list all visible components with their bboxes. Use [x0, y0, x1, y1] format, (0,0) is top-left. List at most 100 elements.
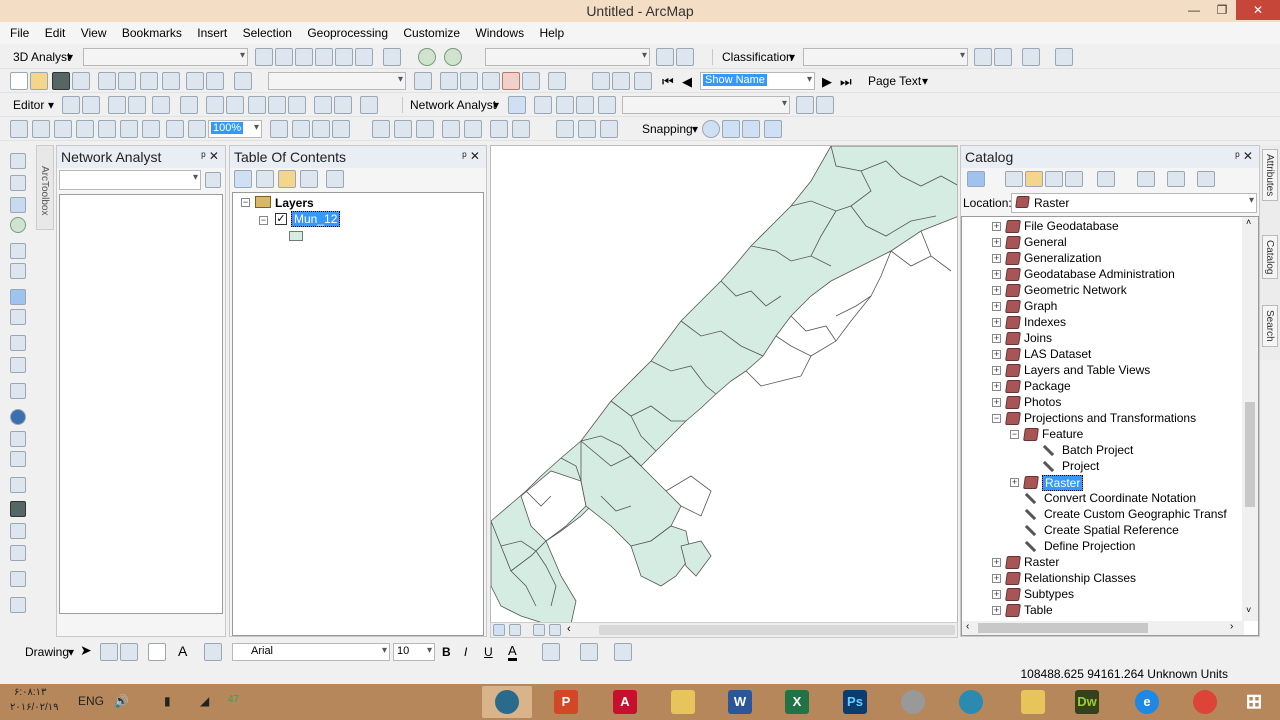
arctoolbox-tab[interactable]: ArcToolbox	[36, 145, 54, 230]
menu-windows[interactable]: Windows	[469, 22, 530, 44]
endpoint-arc-icon[interactable]	[128, 96, 146, 114]
catalog-item[interactable]: − Feature	[962, 427, 1242, 443]
georef-icon[interactable]	[490, 120, 508, 138]
3d-tool-icon[interactable]	[275, 48, 293, 66]
edge-snapping-icon[interactable]	[764, 120, 782, 138]
layer-mun-12[interactable]: Mun_12	[291, 211, 341, 227]
menu-help[interactable]: Help	[533, 22, 570, 44]
collapse-icon[interactable]: −	[1010, 430, 1019, 439]
line-color-icon[interactable]	[580, 643, 598, 661]
up-one-level-icon[interactable]	[1025, 171, 1043, 187]
catalog-icon[interactable]	[460, 72, 478, 90]
classification-dropdown[interactable]: Classification	[722, 50, 793, 64]
fixed-zoom-in-icon[interactable]	[120, 120, 138, 138]
3d-tool-icon[interactable]	[295, 48, 313, 66]
create-viewer-icon[interactable]	[10, 597, 26, 613]
zoom-out-icon[interactable]	[10, 175, 26, 191]
georef-icon[interactable]	[442, 120, 460, 138]
scroll-left-icon[interactable]: ‹	[567, 623, 571, 635]
italic-button[interactable]: I	[464, 645, 467, 659]
network-icon[interactable]: ◢	[200, 694, 209, 708]
zoom-100-icon[interactable]	[98, 120, 116, 138]
layer-combo[interactable]	[83, 48, 248, 66]
measure-icon[interactable]	[10, 477, 26, 493]
taskbar-chrome[interactable]	[1180, 686, 1230, 718]
focus-data-frame-icon[interactable]	[292, 120, 310, 138]
network-location-icon[interactable]	[534, 96, 552, 114]
table-icon[interactable]	[974, 48, 992, 66]
text-icon[interactable]: A	[178, 643, 187, 659]
menu-edit[interactable]: Edit	[39, 22, 72, 44]
3d-analyst-dropdown[interactable]: 3D Analyst	[13, 50, 70, 64]
paste-icon[interactable]	[140, 72, 158, 90]
location-combo[interactable]: Raster	[1011, 193, 1257, 213]
toc-tree[interactable]: − Layers − ✓ Mun_12	[232, 192, 484, 636]
expand-icon[interactable]: +	[992, 382, 1001, 391]
rotate-icon[interactable]	[100, 643, 118, 661]
draw-icon[interactable]	[416, 120, 434, 138]
zoom-out-page-icon[interactable]	[32, 120, 50, 138]
arctoolbox-icon[interactable]	[502, 72, 520, 90]
expand-icon[interactable]: +	[992, 334, 1001, 343]
pan-icon[interactable]	[10, 197, 26, 213]
menu-geoprocessing[interactable]: Geoprocessing	[301, 22, 394, 44]
full-extent-icon[interactable]	[10, 217, 26, 233]
toggle-draft-icon[interactable]	[270, 120, 288, 138]
collapse-icon[interactable]: −	[259, 216, 268, 225]
go-to-xy-icon[interactable]	[10, 545, 26, 561]
save-icon[interactable]	[52, 72, 70, 90]
expand-icon[interactable]: +	[992, 318, 1001, 327]
chart-icon[interactable]	[1022, 48, 1040, 66]
find-route-icon[interactable]	[10, 523, 26, 539]
catalog-item[interactable]: Create Spatial Reference	[962, 523, 1242, 539]
change-layout-icon[interactable]	[312, 120, 330, 138]
pin-icon[interactable]	[1055, 48, 1073, 66]
back-extent-icon[interactable]	[166, 120, 184, 138]
maximize-button[interactable]: ❐	[1208, 0, 1236, 20]
select-elements-icon[interactable]: ➤	[80, 642, 92, 659]
3d-tool-icon[interactable]	[315, 48, 333, 66]
hyperlink-icon[interactable]	[10, 431, 26, 447]
layer-visibility-checkbox[interactable]: ✓	[275, 213, 287, 225]
taskbar-dreamweaver[interactable]: Dw	[1062, 686, 1112, 718]
horizontal-scrollbar[interactable]: ‹ ›	[962, 621, 1244, 635]
table-icon[interactable]	[994, 48, 1012, 66]
catalog-item[interactable]: − Projections and Transformations	[962, 411, 1242, 427]
taskbar-ie[interactable]: e	[1122, 686, 1172, 718]
modelbuilder-icon[interactable]	[548, 72, 566, 90]
catalog-item[interactable]: + Indexes	[962, 315, 1242, 331]
pan-page-icon[interactable]	[54, 120, 72, 138]
layer-symbol-swatch[interactable]	[289, 231, 303, 241]
catalog-tree[interactable]: + File Geodatabase + General + Generalization…	[961, 216, 1259, 636]
edit-tool-icon[interactable]	[62, 96, 80, 114]
options-icon[interactable]	[326, 170, 344, 188]
zoom-whole-page-icon[interactable]	[76, 120, 94, 138]
create-features-icon[interactable]	[360, 96, 378, 114]
find-icon[interactable]	[10, 501, 26, 517]
taskbar-files[interactable]	[1008, 686, 1058, 718]
catalog-item[interactable]: + File Geodatabase	[962, 219, 1242, 235]
fixed-zoom-out-icon[interactable]	[10, 263, 26, 279]
catalog-item[interactable]: Project	[962, 459, 1242, 475]
fill-color-icon[interactable]	[542, 643, 560, 661]
pin-close-icon[interactable]: ᵖ ✕	[1235, 149, 1253, 163]
vertical-scrollbar[interactable]: ˄ ˅	[1242, 217, 1258, 621]
back-arrow-icon[interactable]	[967, 171, 985, 187]
directions-icon[interactable]	[796, 96, 814, 114]
georef-icon[interactable]	[464, 120, 482, 138]
rotate-icon[interactable]	[288, 96, 306, 114]
chart-icon[interactable]	[383, 48, 401, 66]
zoom-in-icon[interactable]	[10, 153, 26, 169]
expand-icon[interactable]: +	[992, 366, 1001, 375]
catalog-item[interactable]: + Package	[962, 379, 1242, 395]
previous-page-icon[interactable]: ◀	[682, 74, 692, 90]
reshape-icon[interactable]	[226, 96, 244, 114]
edit-vertices-icon[interactable]	[204, 643, 222, 661]
fixed-zoom-out-icon[interactable]	[142, 120, 160, 138]
attributes-icon[interactable]	[314, 96, 332, 114]
network-analyst-tree[interactable]	[59, 194, 223, 614]
editor-toolbar-icon[interactable]	[414, 72, 432, 90]
taskbar-powerpoint[interactable]: P	[541, 686, 591, 718]
editor-dropdown[interactable]: Editor	[13, 98, 44, 112]
rectangle-icon[interactable]	[148, 643, 166, 661]
